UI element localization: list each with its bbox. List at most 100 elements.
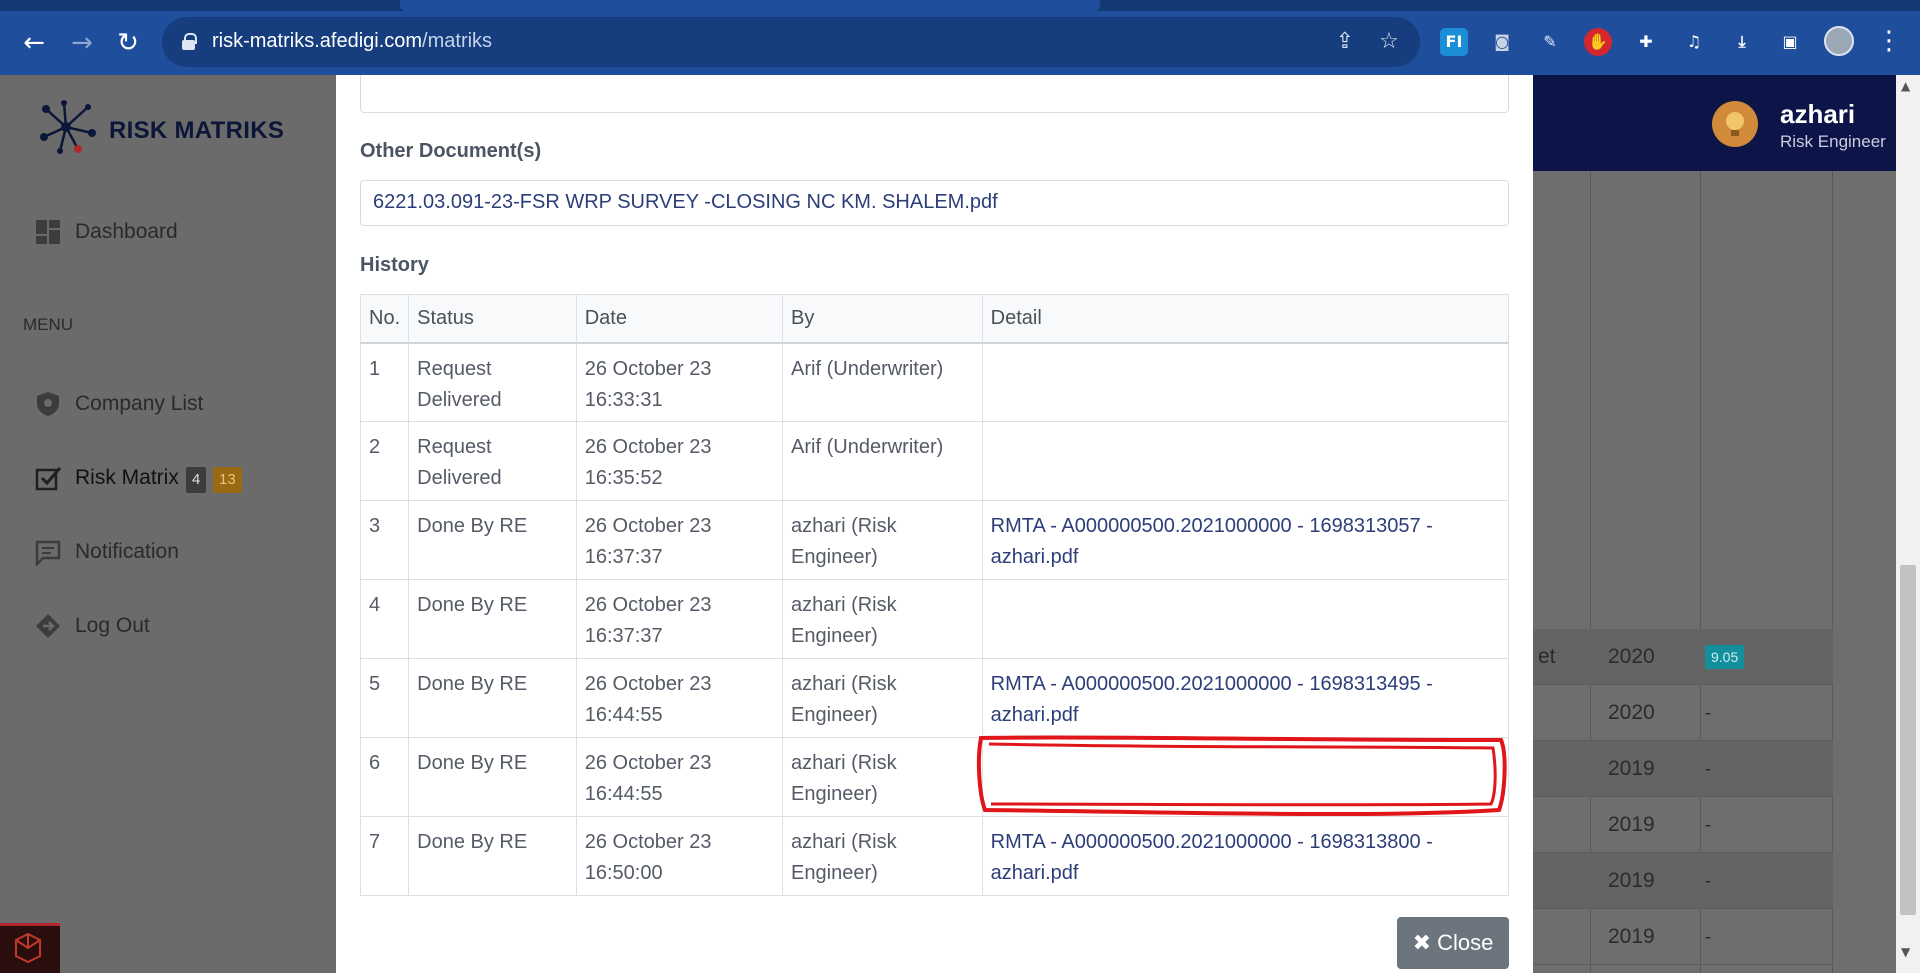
close-button[interactable]: ✖ Close — [1397, 917, 1509, 969]
row-date: 26 October 23 16:44:55 — [575, 658, 784, 738]
table-row[interactable]: 2019 - — [1533, 741, 1833, 797]
brand-logo[interactable]: RISK MATRIKS — [36, 97, 296, 157]
document-link[interactable]: RMTA - A000000500.2021000000 - 169831349… — [981, 658, 1510, 738]
sidebar-item-label: Log Out — [75, 614, 150, 637]
download-icon[interactable]: ⤓ — [1728, 28, 1756, 56]
close-button-label: Close — [1437, 930, 1494, 955]
scroll-down-icon[interactable]: ▼ — [1901, 945, 1910, 959]
sidebar-item-dashboard[interactable]: Dashboard — [0, 212, 336, 252]
url-path: /matriks — [422, 30, 493, 52]
row-by: azhari (Risk Engineer) — [782, 816, 983, 896]
browser-toolbar: ← → ↻ risk-matriks.afedigi.com/matriks ⇪… — [0, 0, 1920, 75]
row-date: 26 October 23 16:50:00 — [575, 816, 784, 896]
count-badge: 4 — [186, 467, 207, 493]
history-label: History — [360, 254, 429, 276]
url-host: risk-matriks.afedigi.com — [212, 30, 423, 52]
row-number: 4 — [359, 579, 410, 659]
back-button[interactable]: ← — [16, 25, 52, 61]
address-bar[interactable]: risk-matriks.afedigi.com/matriks ⇪ ☆ — [162, 17, 1420, 67]
value-cell: - — [1705, 871, 1712, 892]
row-detail — [981, 342, 1510, 422]
year-cell: 2019 — [1608, 925, 1655, 948]
table-row: 1 Request Delivered 26 October 23 16:33:… — [359, 342, 1510, 422]
brand-name: RISK MATRIKS — [109, 117, 285, 144]
laravel-debugbar-icon[interactable] — [0, 923, 60, 973]
previous-field[interactable] — [360, 75, 1509, 113]
menu-icon[interactable]: ⋮ — [1876, 25, 1902, 57]
menu-heading: MENU — [23, 315, 74, 334]
sidepanel-icon[interactable]: ▣ — [1776, 28, 1804, 56]
row-date: 26 October 23 16:35:52 — [575, 421, 784, 501]
grid-icon — [34, 218, 62, 246]
year-cell: 2020 — [1608, 701, 1655, 724]
scroll-up-icon[interactable]: ▲ — [1901, 79, 1910, 93]
user-role: Risk Engineer — [1780, 132, 1886, 151]
history-modal: Other Document(s) 6221.03.091-23-FSR WRP… — [336, 75, 1533, 973]
table-row: 4 Done By RE 26 October 23 16:37:37 azha… — [359, 579, 1510, 659]
sidebar-item-label: Notification — [75, 540, 179, 563]
row-date: 26 October 23 16:37:37 — [575, 579, 784, 659]
document-link[interactable]: RMTA - A000000500.2021000000 - 169831305… — [981, 500, 1510, 580]
sidebar-item-log-out[interactable]: Log Out — [0, 606, 336, 646]
row-status: Request Delivered — [408, 421, 577, 501]
row-status: Done By RE — [408, 816, 577, 896]
table-row: 7 Done By RE 26 October 23 16:50:00 azha… — [359, 816, 1510, 896]
table-cell: et — [1538, 645, 1556, 668]
sidebar-item-company-list[interactable]: Company List — [0, 384, 336, 424]
other-documents-label: Other Document(s) — [360, 140, 542, 162]
message-icon — [34, 538, 62, 568]
active-tab[interactable] — [400, 0, 1100, 11]
row-status: Done By RE — [408, 500, 577, 580]
row-number: 3 — [359, 500, 410, 580]
star-icon[interactable]: ☆ — [1376, 29, 1402, 55]
stop-hand-icon[interactable]: ✋ — [1584, 28, 1612, 56]
forward-button[interactable]: → — [64, 25, 100, 61]
row-number: 5 — [359, 658, 410, 738]
network-logo-icon — [40, 100, 96, 154]
table-row[interactable]: 2020 - — [1533, 685, 1833, 741]
row-number: 1 — [359, 342, 410, 422]
table-header-row: No. Status Date By Detail — [359, 294, 1510, 344]
sidebar-item-risk-matrix[interactable]: Risk Matrix 4 13 — [0, 458, 336, 498]
row-status: Done By RE — [408, 737, 577, 817]
extension-icon[interactable]: ✎ — [1536, 28, 1564, 56]
document-link[interactable]: RMTA - A000000500.2021000000 - 169831380… — [981, 816, 1510, 896]
scrollbar-thumb[interactable] — [1900, 565, 1916, 915]
table-row[interactable]: 2019 - — [1533, 909, 1833, 965]
year-cell: 2019 — [1608, 813, 1655, 836]
url-text[interactable]: risk-matriks.afedigi.com/matriks — [212, 30, 492, 53]
row-detail — [981, 421, 1510, 501]
column-header-by: By — [782, 294, 983, 344]
close-icon: ✖ — [1412, 930, 1432, 955]
table-row[interactable]: et 2020 9.05 — [1533, 629, 1833, 685]
sidebar-item-notification[interactable]: Notification — [0, 532, 336, 572]
row-number: 6 — [359, 737, 410, 817]
sidebar-item-label: Company List — [75, 392, 204, 415]
row-by: azhari (Risk Engineer) — [782, 658, 983, 738]
row-by: azhari (Risk Engineer) — [782, 579, 983, 659]
lock-icon[interactable] — [182, 33, 197, 50]
shield-icon — [34, 390, 62, 418]
table-row[interactable]: 2019 - — [1533, 797, 1833, 853]
row-status: Done By RE — [408, 579, 577, 659]
profile-icon[interactable] — [1824, 26, 1854, 56]
other-document-field[interactable]: 6221.03.091-23-FSR WRP SURVEY -CLOSING N… — [360, 180, 1509, 226]
user-name: azhari — [1780, 99, 1856, 129]
share-icon[interactable]: ⇪ — [1332, 29, 1358, 55]
logout-icon — [34, 612, 62, 640]
extension-fi-icon[interactable]: FI — [1440, 28, 1468, 56]
media-icon[interactable]: ♫ — [1680, 28, 1708, 56]
row-date: 26 October 23 16:44:55 — [575, 737, 784, 817]
row-by: azhari (Risk Engineer) — [782, 737, 983, 817]
puzzle-icon[interactable]: ✚ — [1632, 28, 1660, 56]
camera-icon[interactable]: ◙ — [1488, 28, 1516, 56]
row-by: azhari (Risk Engineer) — [782, 500, 983, 580]
avatar[interactable] — [1712, 101, 1758, 147]
reload-button[interactable]: ↻ — [110, 25, 146, 61]
year-cell: 2020 — [1608, 645, 1655, 668]
page-scrollbar[interactable]: ▲ ▼ — [1896, 75, 1920, 973]
value-cell: - — [1705, 815, 1712, 836]
table-row[interactable]: 2019 - — [1533, 853, 1833, 909]
sidebar: RISK MATRIKS Dashboard MENU Company List… — [0, 75, 336, 973]
row-detail — [981, 579, 1510, 659]
